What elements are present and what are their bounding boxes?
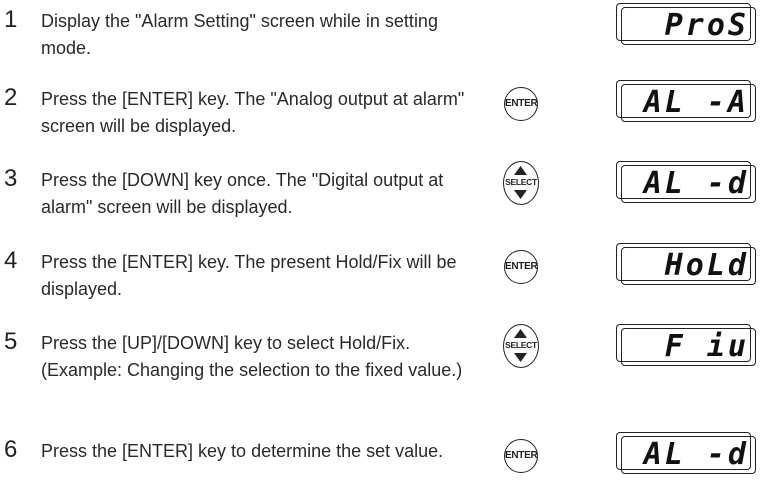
select-key-label: SELECT [505, 177, 537, 187]
step-instruction: Press the [ENTER] key. The present Hold/… [41, 252, 457, 299]
step-number: 5 [4, 328, 18, 355]
step-instruction: Press the [DOWN] key once. The "Digital … [41, 170, 444, 217]
lcd-display: AL -A [616, 80, 756, 122]
enter-key-icon: ENTER [504, 250, 538, 284]
step-number: 2 [4, 84, 18, 111]
select-key-icon: SELECT [503, 324, 539, 368]
enter-key-icon: ENTER [504, 439, 538, 473]
lcd-display: ProS [616, 3, 756, 45]
step-number: 1 [4, 6, 18, 33]
step-instruction: Press the [ENTER] key to determine the s… [41, 441, 444, 461]
lcd-display: HoLd [616, 243, 756, 285]
step-number: 6 [4, 436, 18, 463]
lcd-readout: HoLd [664, 248, 749, 283]
step-instruction: Display the "Alarm Setting" screen while… [41, 11, 438, 58]
step-instruction: Press the [UP]/[DOWN] key to select Hold… [41, 333, 463, 380]
step-instruction: Press the [ENTER] key. The "Analog outpu… [41, 89, 465, 136]
lcd-display: AL -d [616, 161, 756, 203]
lcd-display: AL -d [616, 432, 756, 474]
lcd-display: F iu [616, 324, 756, 366]
lcd-readout: AL -d [643, 437, 749, 472]
select-key-icon: SELECT [503, 161, 539, 205]
lcd-readout: AL -A [643, 85, 749, 120]
lcd-readout: AL -d [643, 166, 749, 201]
lcd-readout: F iu [664, 329, 749, 364]
enter-key-icon: ENTER [504, 87, 538, 121]
step-number: 3 [4, 165, 18, 192]
select-key-label: SELECT [505, 340, 537, 350]
lcd-readout: ProS [664, 8, 749, 43]
step-number: 4 [4, 247, 18, 274]
